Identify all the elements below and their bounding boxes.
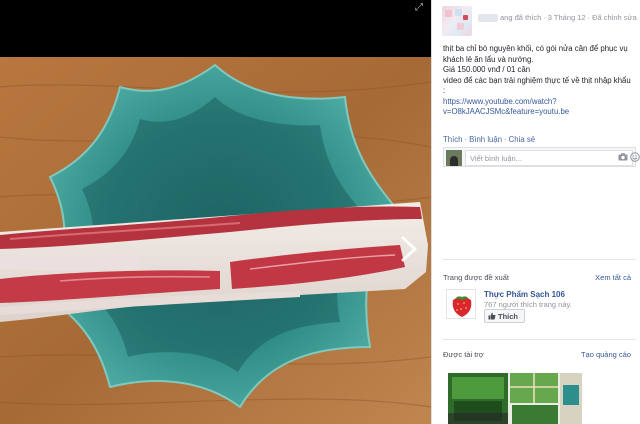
expand-icon[interactable]: ⤢ [415,2,423,13]
edited-link[interactable]: Đã chỉnh sửa [592,13,637,22]
create-ad-link[interactable]: Tạo quảng cáo [581,350,631,359]
post-text: thịt ba chỉ bò nguyên khối, có gói nửa c… [443,44,637,118]
viewer-top-bar: ⤢ [0,0,431,57]
post-meta: ang đã thích · 3 Tháng 12 · Đã chỉnh sửa [478,13,637,23]
comment-action[interactable]: Bình luận [469,135,502,144]
post-actions: Thích · Bình luận · Chia sẻ [443,135,536,144]
photo-viewer: ⤢ [0,0,431,424]
sponsored-title: Được tài trợ [443,350,484,359]
like-page-button[interactable]: Thích [484,309,525,323]
post-line: video để các bạn trải nghiệm thực tế về … [443,75,631,85]
emoji-icon[interactable] [630,152,640,162]
photo-theater: ⤢ ang đã thích · 3 Tháng 12 · Đã chỉnh s… [0,0,640,424]
see-all-link[interactable]: Xem tất cả [595,273,631,282]
like-page-label: Thích [498,312,518,321]
suggested-page-name[interactable]: Thực Phẩm Sạch 106 [484,290,565,299]
strawberry-icon [447,290,475,318]
divider [443,259,636,260]
share-action[interactable]: Chia sẻ [509,135,535,144]
comment-composer: Viết bình luận... [443,147,640,167]
sponsored-ad-image[interactable] [448,373,582,424]
post-photo [0,57,431,424]
youtube-link[interactable]: v=O8kJAACJSMc&feature=youtu.be [443,107,637,118]
post-line: khách lẻ ăn lẩu và nướng. [443,54,534,64]
camera-icon[interactable] [618,153,628,161]
youtube-link[interactable]: https://www.youtube.com/watch? [443,97,637,108]
post-line: Giá 150.000 vnđ / 01 cân [443,65,531,74]
post-action: ang đã thích [500,13,542,22]
suggested-pages-title: Trang được đề xuất [443,273,509,282]
suggested-page-thumbnail[interactable] [446,289,476,319]
post-side-panel: ang đã thích · 3 Tháng 12 · Đã chỉnh sửa thị… [431,0,640,424]
author-name[interactable] [478,14,498,23]
chevron-right-icon[interactable] [396,234,422,264]
post-line: : [443,86,446,95]
avatar[interactable] [442,6,472,36]
suggested-page-likes: 767 người thích trang này. [484,300,572,309]
thumbs-up-icon [488,312,496,320]
post-date[interactable]: 3 Tháng 12 [548,13,586,22]
commenter-avatar [446,150,462,166]
comment-input[interactable]: Viết bình luận... [465,150,633,166]
like-action[interactable]: Thích [443,135,463,144]
post-line: thịt ba chỉ bò nguyên khối, có gói nửa c… [443,44,628,53]
divider [443,339,636,340]
